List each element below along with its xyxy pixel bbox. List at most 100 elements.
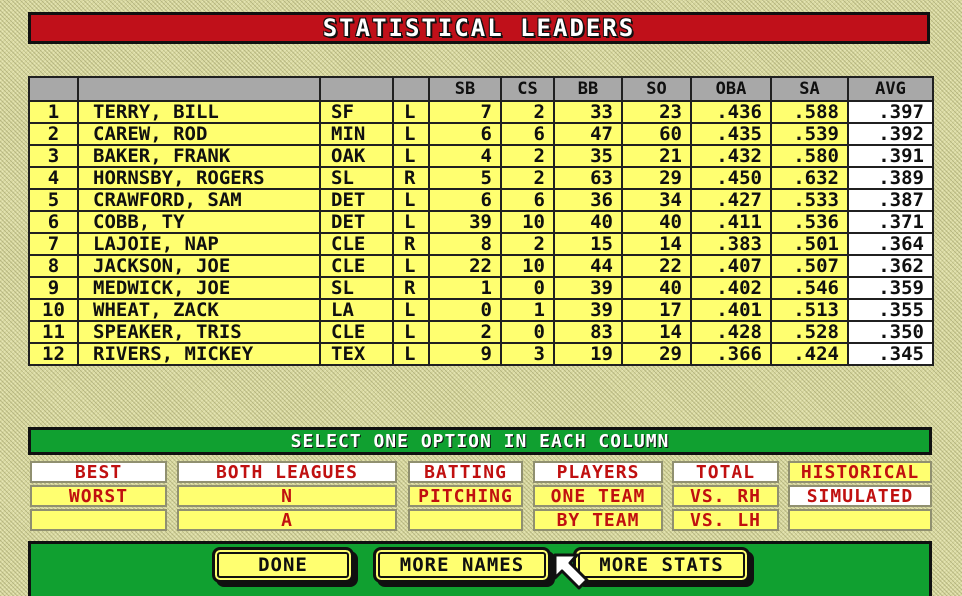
page-title: STATISTICAL LEADERS xyxy=(322,14,636,42)
done-button[interactable]: DONE xyxy=(212,547,354,583)
table-cell: 47 xyxy=(553,122,623,146)
option-best[interactable]: BEST xyxy=(30,461,167,483)
table-cell: 39 xyxy=(428,210,502,234)
table-row: 3 BAKER, FRANK OAK L 4 2 35 21.432.580.391 xyxy=(28,144,934,168)
table-row: 6 COBB, TY DET L 39 10 40 40.411.536.371 xyxy=(28,210,934,234)
table-cell: 2 xyxy=(28,122,79,146)
arrow-cursor-icon xyxy=(553,553,589,590)
table-cell: 6 xyxy=(428,188,502,212)
option-players[interactable]: PLAYERS xyxy=(533,461,663,483)
column-header: OBA xyxy=(690,76,772,102)
table-cell: .588 xyxy=(770,100,849,124)
table-cell: R xyxy=(392,232,430,256)
column-header: AVG xyxy=(847,76,934,102)
table-cell: 14 xyxy=(621,232,692,256)
option-one-team[interactable]: ONE TEAM xyxy=(533,485,663,507)
table-cell: .383 xyxy=(690,232,772,256)
option-by-team[interactable]: BY TEAM xyxy=(533,509,663,531)
table-cell: 7 xyxy=(28,232,79,256)
table-cell: 4 xyxy=(428,144,502,168)
table-cell: 9 xyxy=(428,342,502,366)
table-header-row: SB CS BB SO OBA SA AVG xyxy=(28,76,934,102)
option-both-leagues[interactable]: BOTH LEAGUES xyxy=(177,461,397,483)
table-cell: .450 xyxy=(690,166,772,190)
table-cell: .402 xyxy=(690,276,772,300)
table-cell: 0 xyxy=(500,320,555,344)
table-cell: R xyxy=(392,166,430,190)
table-cell: 22 xyxy=(428,254,502,278)
option-historical[interactable]: HISTORICAL xyxy=(788,461,932,483)
table-row: 1 TERRY, BILL SF L 7 2 33 23.436.588.397 xyxy=(28,100,934,124)
table-cell: 11 xyxy=(28,320,79,344)
column-header: SB xyxy=(428,76,502,102)
table-cell: .355 xyxy=(847,298,934,322)
option-pitching[interactable]: PITCHING xyxy=(408,485,523,507)
table-row: 10 WHEAT, ZACK LA L 0 1 39 17.401.513.355 xyxy=(28,298,934,322)
table-row: 12 RIVERS, MICKEY TEX L 9 3 19 29.366.424.345 xyxy=(28,342,934,366)
table-cell: 3 xyxy=(28,144,79,168)
option-vs-lh[interactable]: VS. LH xyxy=(672,509,779,531)
table-cell: 40 xyxy=(621,210,692,234)
table-cell: L xyxy=(392,144,430,168)
stats-table: SB CS BB SO OBA SA AVG 1 TERRY, BILL SF L 7 2 33 23.4… xyxy=(28,76,934,366)
table-cell: 34 xyxy=(621,188,692,212)
table-cell: .345 xyxy=(847,342,934,366)
table-cell: 17 xyxy=(621,298,692,322)
table-cell: 2 xyxy=(500,100,555,124)
table-cell: 6 xyxy=(500,122,555,146)
option-league-a[interactable]: A xyxy=(177,509,397,531)
table-cell: .387 xyxy=(847,188,934,212)
table-cell: 40 xyxy=(621,276,692,300)
table-cell: .401 xyxy=(690,298,772,322)
table-cell: L xyxy=(392,342,430,366)
table-cell: .435 xyxy=(690,122,772,146)
table-cell: .359 xyxy=(847,276,934,300)
option-league-n[interactable]: N xyxy=(177,485,397,507)
table-row: 4 HORNSBY, ROGERS SL R 5 2 63 29.450.632.389 xyxy=(28,166,934,190)
table-cell: TERRY, BILL xyxy=(77,100,321,124)
table-cell: L xyxy=(392,320,430,344)
table-cell: SL xyxy=(319,166,394,190)
table-cell: .389 xyxy=(847,166,934,190)
option-vs-rh[interactable]: VS. RH xyxy=(672,485,779,507)
table-cell: 2 xyxy=(428,320,502,344)
table-row: 9 MEDWICK, JOE SL R 1 0 39 40.402.546.359 xyxy=(28,276,934,300)
option-batting[interactable]: BATTING xyxy=(408,461,523,483)
table-cell: .513 xyxy=(770,298,849,322)
table-cell: JACKSON, JOE xyxy=(77,254,321,278)
column-header xyxy=(77,76,321,102)
table-cell: 5 xyxy=(428,166,502,190)
table-cell: 63 xyxy=(553,166,623,190)
option-total[interactable]: TOTAL xyxy=(672,461,779,483)
option-worst[interactable]: WORST xyxy=(30,485,167,507)
table-cell: .392 xyxy=(847,122,934,146)
table-cell: 2 xyxy=(500,144,555,168)
table-cell: 10 xyxy=(28,298,79,322)
table-cell: RIVERS, MICKEY xyxy=(77,342,321,366)
table-cell: DET xyxy=(319,188,394,212)
table-cell: .362 xyxy=(847,254,934,278)
option-simulated[interactable]: SIMULATED xyxy=(788,485,932,507)
table-cell: .436 xyxy=(690,100,772,124)
table-cell: 9 xyxy=(28,276,79,300)
table-cell: 83 xyxy=(553,320,623,344)
table-cell: .371 xyxy=(847,210,934,234)
table-cell: MEDWICK, JOE xyxy=(77,276,321,300)
table-cell: L xyxy=(392,210,430,234)
more-stats-button[interactable]: MORE STATS xyxy=(573,547,750,583)
table-cell: SF xyxy=(319,100,394,124)
table-cell: 2 xyxy=(500,232,555,256)
table-cell: LA xyxy=(319,298,394,322)
table-cell: L xyxy=(392,100,430,124)
table-cell: 7 xyxy=(428,100,502,124)
option-empty-3 xyxy=(408,509,523,531)
table-cell: .364 xyxy=(847,232,934,256)
table-row: 5 CRAWFORD, SAM DET L 6 6 36 34.427.533.387 xyxy=(28,188,934,212)
table-cell: .427 xyxy=(690,188,772,212)
more-names-button[interactable]: MORE NAMES xyxy=(373,547,551,583)
table-cell: 10 xyxy=(500,210,555,234)
table-body: 1 TERRY, BILL SF L 7 2 33 23.436.588.397 2 CAREW,… xyxy=(28,100,934,366)
table-cell: 29 xyxy=(621,166,692,190)
table-cell: 35 xyxy=(553,144,623,168)
title-bar: STATISTICAL LEADERS xyxy=(28,12,930,44)
